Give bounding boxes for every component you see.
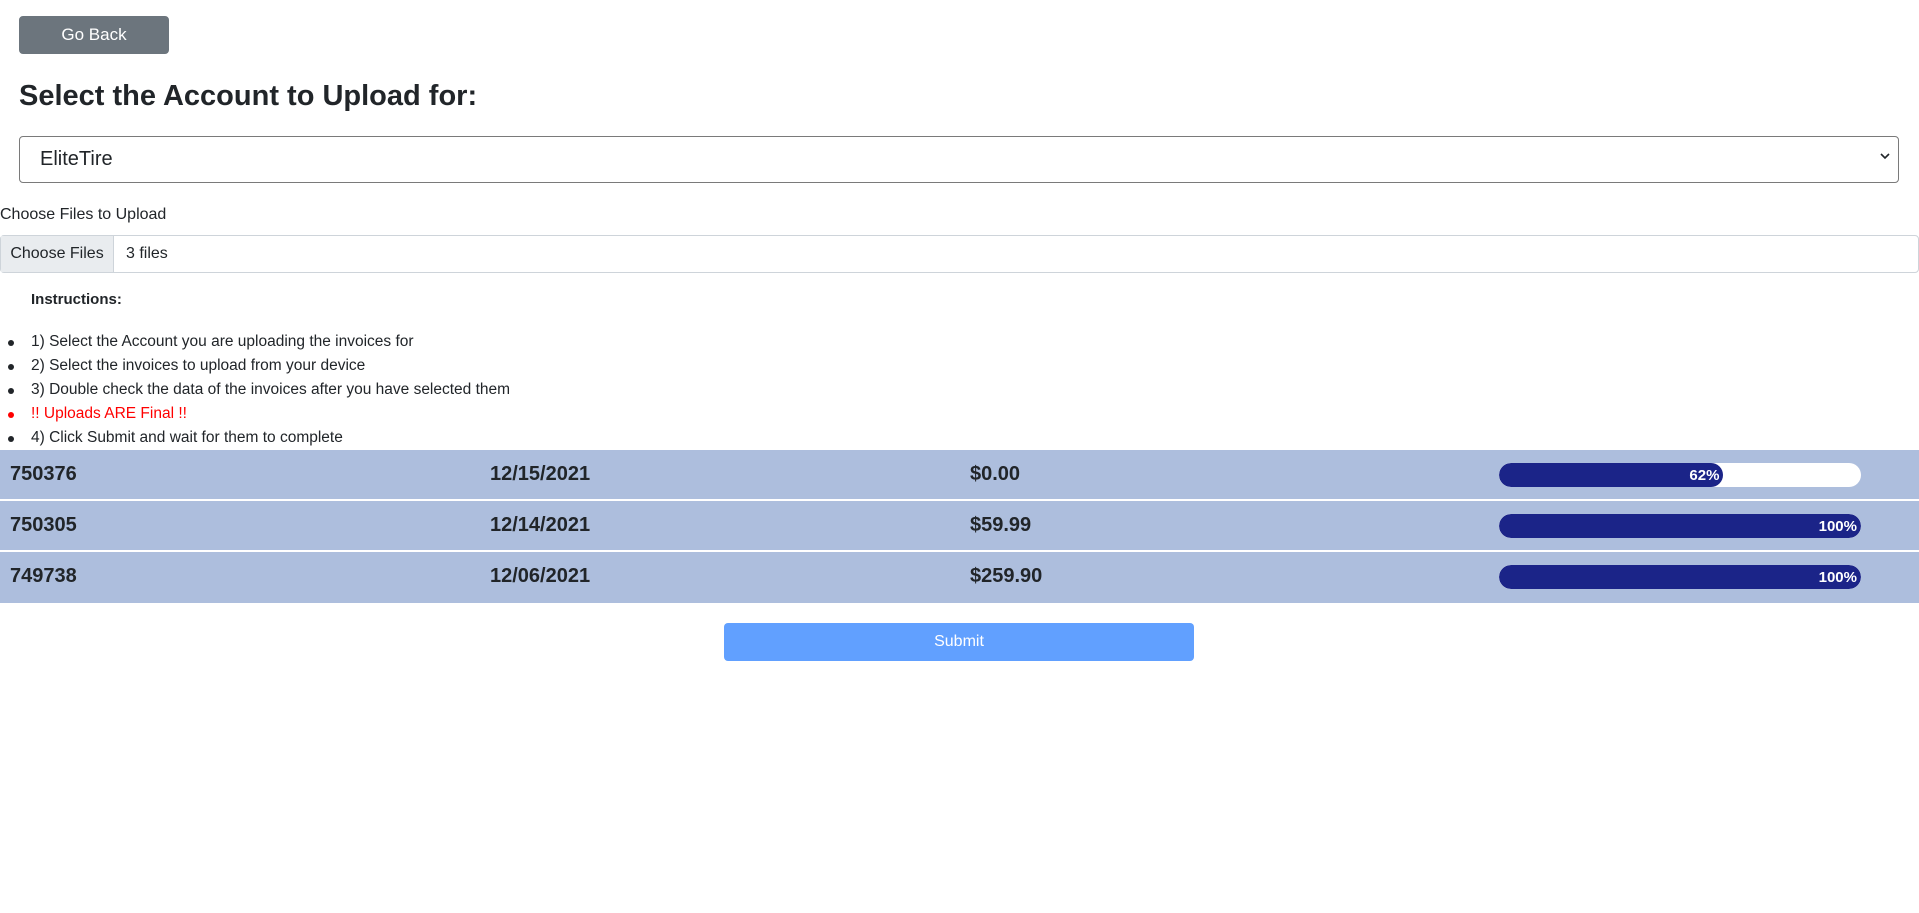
upload-progress-fill: 100% [1499,565,1861,589]
submit-button[interactable]: Submit [724,623,1194,661]
invoice-amount: $59.99 [970,514,1032,536]
instructions-title: Instructions: [31,291,122,308]
invoice-number: 750305 [10,514,77,536]
invoice-amount: $259.90 [970,565,1043,587]
invoice-row: 749738 12/06/2021 $259.90 100% [0,552,1919,603]
go-back-button[interactable]: Go Back [19,16,169,54]
upload-progress-label: 100% [1818,517,1857,535]
upload-progress-bar: 100% [1499,565,1861,589]
upload-progress-bar: 62% [1499,463,1861,487]
upload-page: Go Back Select the Account to Upload for… [0,0,1919,913]
account-select-value: EliteTire [40,148,113,170]
upload-progress-bar: 100% [1499,514,1861,538]
instruction-step: 2) Select the invoices to upload from yo… [0,354,510,378]
instruction-step: 4) Click Submit and wait for them to com… [0,426,510,450]
invoice-table: 750376 12/15/2021 $0.00 62% 750305 12/14… [0,450,1919,603]
upload-progress-label: 100% [1818,568,1857,586]
file-upload-label: Choose Files to Upload [0,206,167,223]
instruction-step: 3) Double check the data of the invoices… [0,378,510,402]
invoice-row: 750376 12/15/2021 $0.00 62% [0,450,1919,501]
invoice-number: 750376 [10,463,77,485]
invoice-amount: $0.00 [970,463,1021,485]
invoice-number: 749738 [10,565,77,587]
upload-progress-label: 62% [1689,466,1720,484]
account-select[interactable]: EliteTire [19,136,1899,183]
invoice-date: 12/15/2021 [490,463,591,485]
file-upload-input[interactable]: Choose Files 3 files [0,235,1919,273]
upload-progress-fill: 62% [1499,463,1724,487]
page-title: Select the Account to Upload for: [19,80,478,112]
file-count-text: 3 files [126,245,168,262]
invoice-date: 12/06/2021 [490,565,591,587]
choose-files-button[interactable]: Choose Files [1,236,114,272]
instruction-warning: !! Uploads ARE Final !! [0,402,510,426]
invoice-date: 12/14/2021 [490,514,591,536]
chevron-down-icon [1880,153,1890,160]
invoice-row: 750305 12/14/2021 $59.99 100% [0,501,1919,552]
upload-progress-fill: 100% [1499,514,1861,538]
instructions-list: 1) Select the Account you are uploading … [0,330,510,450]
instruction-step: 1) Select the Account you are uploading … [0,330,510,354]
